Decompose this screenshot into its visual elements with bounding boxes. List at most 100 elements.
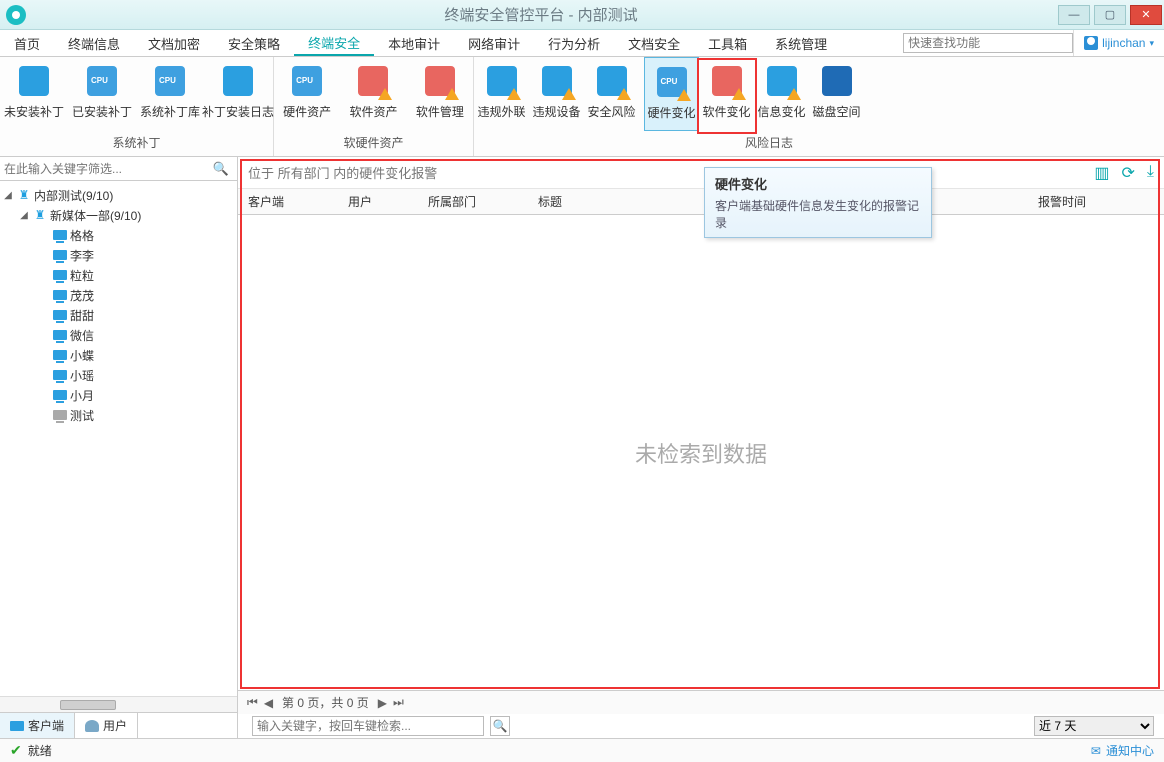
tree-label: 甜甜 [70, 307, 94, 324]
org-icon: ♜ [33, 208, 47, 222]
notification-center[interactable]: ✉ 通知中心 [1091, 742, 1154, 759]
menu-tab-security-policy[interactable]: 安全策略 [214, 30, 294, 56]
maximize-button[interactable]: ▢ [1094, 5, 1126, 25]
tree-group[interactable]: ◢ ♜ 新媒体一部(9/10) [0, 205, 237, 225]
tree-label: 测试 [70, 407, 94, 424]
menu-tab-network-audit[interactable]: 网络审计 [454, 30, 534, 56]
search-icon[interactable]: 🔍 [209, 161, 233, 177]
menu-tab-label: 工具箱 [708, 34, 747, 53]
menu-tab-doc-security[interactable]: 文档安全 [614, 30, 694, 56]
tree-client[interactable]: 格格 [0, 225, 237, 245]
user-menu[interactable]: lijinchan ▾ [1073, 30, 1164, 56]
th-client[interactable]: 客户端 [238, 189, 338, 214]
columns-button[interactable]: ▥ [1094, 163, 1109, 183]
time-range-select[interactable]: 近 7 天 [1034, 716, 1154, 736]
tooltip-hw-change: 硬件变化 客户端基础硬件信息发生变化的报警记录 [704, 167, 932, 238]
tree-client[interactable]: 微信 [0, 325, 237, 345]
sidebar-filter-input[interactable] [4, 162, 209, 176]
ribbon-sw-change[interactable]: 软件变化 [699, 57, 754, 131]
menu-tab-label: 网络审计 [468, 34, 520, 53]
user-icon [85, 720, 99, 732]
ribbon-group-label: 软硬件资产 [274, 131, 473, 156]
menu-tab-label: 系统管理 [775, 34, 827, 53]
ribbon-info-change[interactable]: 信息变化 [754, 57, 809, 131]
tree-client[interactable]: 李李 [0, 245, 237, 265]
sidebar-tab-label: 客户端 [28, 717, 64, 734]
tree-label: 微信 [70, 327, 94, 344]
pager-prev[interactable]: ◀ [261, 696, 276, 710]
menu-tab-home[interactable]: 首页 [0, 30, 54, 56]
th-user[interactable]: 用户 [338, 189, 418, 214]
tree-label: 小瑶 [70, 367, 94, 384]
menu-tab-terminal-info[interactable]: 终端信息 [54, 30, 134, 56]
refresh-button[interactable]: ⟳ [1122, 163, 1135, 183]
ribbon-label: 硬件资产 [283, 103, 331, 120]
monitor-icon [53, 288, 67, 302]
tree-label: 李李 [70, 247, 94, 264]
tree-label: 粒粒 [70, 267, 94, 284]
ribbon-patch-lib[interactable]: 系统补丁库 [136, 57, 204, 131]
org-icon: ♜ [17, 188, 31, 202]
menu-tab-terminal-security[interactable]: 终端安全 [294, 30, 374, 56]
tree-client[interactable]: 小月 [0, 385, 237, 405]
tree-client[interactable]: 小蝶 [0, 345, 237, 365]
ribbon-group-patches: 未安装补丁 已安装补丁 系统补丁库 补丁安装日志 系统补丁 [0, 57, 274, 156]
ribbon-patch-log[interactable]: 补丁安装日志 [204, 57, 272, 131]
menu-tab-behavior[interactable]: 行为分析 [534, 30, 614, 56]
monitor-icon [53, 388, 67, 402]
pager-next[interactable]: ▶ [375, 696, 390, 710]
export-button[interactable]: ⤓ [1147, 163, 1154, 183]
sidebar-h-scrollbar[interactable] [0, 696, 237, 712]
pager-last[interactable]: ⏭ [390, 695, 407, 710]
th-time[interactable]: 报警时间 [1028, 189, 1164, 214]
tree-client[interactable]: 茂茂 [0, 285, 237, 305]
menu-tab-label: 安全策略 [228, 34, 280, 53]
keyword-input[interactable] [252, 716, 484, 736]
tree-client[interactable]: 粒粒 [0, 265, 237, 285]
sidebar: 🔍 ◢ ♜ 内部测试(9/10) ◢ ♜ 新媒体一部(9/10) 格格李李粒粒茂… [0, 157, 238, 738]
ribbon-sw-asset[interactable]: 软件资产 [340, 57, 406, 131]
ribbon-uninstalled-patches[interactable]: 未安装补丁 [0, 57, 68, 131]
quick-search-input[interactable] [903, 33, 1073, 53]
ribbon-installed-patches[interactable]: 已安装补丁 [68, 57, 136, 131]
pager-first[interactable]: ⏮ [244, 695, 261, 710]
th-title[interactable]: 标题 [528, 189, 698, 214]
ribbon-label: 信息变化 [757, 103, 805, 120]
sidebar-tab-client[interactable]: 客户端 [0, 713, 75, 738]
monitor-icon [53, 328, 67, 342]
collapse-icon[interactable]: ◢ [2, 190, 14, 201]
sidebar-filter: 🔍 [0, 157, 237, 181]
sidebar-tab-user[interactable]: 用户 [75, 713, 138, 738]
ribbon-illegal-dev[interactable]: 违规设备 [529, 57, 584, 134]
tooltip-title: 硬件变化 [715, 174, 921, 193]
menu-tab-label: 文档加密 [148, 34, 200, 53]
minimize-button[interactable]: — [1058, 5, 1090, 25]
ribbon-disk-space[interactable]: 磁盘空间 [809, 57, 864, 131]
ribbon-sw-manage[interactable]: 软件管理 [407, 57, 473, 131]
monitor-icon [53, 268, 67, 282]
pager: ⏮ ◀ 第 0 页，共 0 页 ▶ ⏭ [238, 690, 1164, 714]
monitor-icon [53, 368, 67, 382]
ribbon-group-risklog: 硬件变化 软件变化 信息变化 磁盘空间 风险日志 [644, 57, 894, 156]
menu-tab-toolbox[interactable]: 工具箱 [694, 30, 761, 56]
ribbon-illegal-conn[interactable]: 违规外联 [474, 57, 529, 134]
th-dept[interactable]: 所属部门 [418, 189, 528, 214]
menu-tab-local-audit[interactable]: 本地审计 [374, 30, 454, 56]
time-range: 近 7 天 [1034, 716, 1154, 736]
tree-client[interactable]: 甜甜 [0, 305, 237, 325]
ribbon-hw-change[interactable]: 硬件变化 [644, 57, 699, 131]
close-button[interactable]: ✕ [1130, 5, 1162, 25]
menu-tab-system[interactable]: 系统管理 [761, 30, 841, 56]
monitor-icon [53, 308, 67, 322]
ribbon-group-label: 风险日志 [644, 131, 894, 156]
user-icon [1084, 36, 1098, 50]
menu-tab-doc-encrypt[interactable]: 文档加密 [134, 30, 214, 56]
ribbon-hw-asset[interactable]: 硬件资产 [274, 57, 340, 131]
collapse-icon[interactable]: ◢ [18, 210, 30, 221]
ribbon-sec-risk[interactable]: 安全风险 [584, 57, 639, 134]
keyword-search-button[interactable]: 🔍 [490, 716, 510, 736]
title-bar: 终端安全管控平台 - 内部测试 — ▢ ✕ [0, 0, 1164, 30]
tree-client[interactable]: 小瑶 [0, 365, 237, 385]
tree-root[interactable]: ◢ ♜ 内部测试(9/10) [0, 185, 237, 205]
tree-client[interactable]: 测试 [0, 405, 237, 425]
